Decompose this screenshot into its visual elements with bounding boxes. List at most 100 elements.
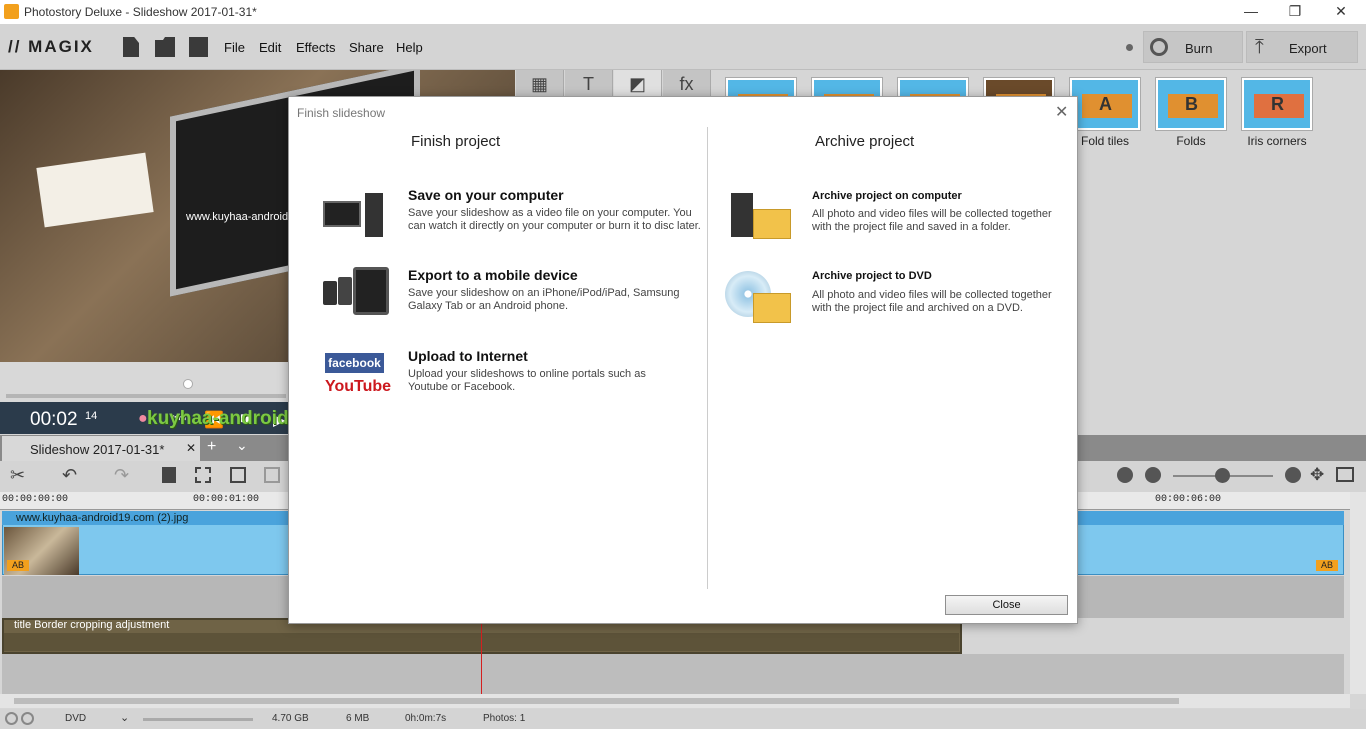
dvd-folder-icon (725, 271, 791, 323)
menu-help[interactable]: Help (396, 40, 423, 55)
move-icon[interactable]: ✥ (1310, 465, 1324, 485)
watermark-logo: kuyhaa-android19 (147, 408, 310, 429)
window-title: Photostory Deluxe - Slideshow 2017-01-31… (24, 5, 257, 19)
thumb-letter: A (1099, 94, 1112, 114)
undo-icon[interactable]: ↶ (62, 465, 77, 486)
youtube-label: YouTube (325, 378, 392, 395)
zoom-out-icon[interactable] (1145, 467, 1161, 483)
zoom-slider-knob[interactable] (1215, 468, 1230, 483)
add-tab-icon[interactable]: + (207, 438, 216, 456)
ab-transition-badge[interactable]: AB (1316, 560, 1338, 571)
finish-project-heading: Finish project (411, 133, 501, 150)
open-folder-icon[interactable] (155, 37, 175, 57)
computer-icon (323, 193, 383, 245)
playhead[interactable] (481, 618, 482, 694)
app-icon (4, 4, 19, 19)
export-mobile-option[interactable]: Export to a mobile device Save your slid… (319, 267, 709, 327)
facebook-icon: facebook (325, 353, 384, 373)
dialog-title: Finish slideshow (297, 106, 386, 120)
title-track-label: title Border cropping adjustment (14, 619, 170, 631)
option-description: Upload your slideshows to online portals… (408, 368, 646, 393)
tab-text[interactable]: T (565, 70, 613, 98)
position-slider[interactable] (6, 394, 286, 398)
vertical-scrollbar[interactable] (1350, 492, 1366, 694)
thumb-letter: B (1185, 94, 1198, 114)
view-mode-icon[interactable] (1336, 467, 1354, 482)
option-description: All photo and video files will be collec… (812, 208, 1052, 233)
menu-file[interactable]: File (224, 40, 245, 55)
youtube-icon: YouTube (325, 376, 391, 398)
delete-icon[interactable] (162, 467, 176, 483)
minimize-button[interactable]: — (1228, 0, 1274, 24)
option-title: Archive project to DVD (812, 270, 932, 282)
disc-dropdown-icon[interactable]: ⌄ (120, 711, 129, 724)
timeline-empty-area[interactable] (2, 654, 1344, 694)
fit-icon[interactable] (1117, 467, 1133, 483)
export-button[interactable]: ⤒ Export (1246, 31, 1358, 63)
project-size: 6 MB (346, 713, 370, 724)
new-file-icon[interactable] (123, 37, 139, 57)
mobile-device-icon (323, 267, 389, 319)
transition-iris-corners[interactable]: R (1241, 77, 1313, 131)
position-slider-knob[interactable] (183, 379, 193, 389)
copy-icon[interactable] (230, 467, 246, 483)
tab-slideshow-label: Slideshow 2017-01-31* (30, 442, 165, 457)
upload-internet-option[interactable]: facebook YouTube Upload to Internet Uplo… (319, 348, 709, 408)
close-window-button[interactable]: ✕ (1318, 0, 1364, 24)
transition-label: Iris corners (1247, 134, 1307, 148)
preview-notebook (36, 152, 154, 228)
option-title: Export to a mobile device (408, 267, 578, 283)
close-tab-icon[interactable]: ✕ (186, 441, 196, 455)
tab-transitions[interactable]: ◩ (614, 70, 662, 98)
save-icon[interactable] (189, 37, 208, 57)
horizontal-scrollbar[interactable] (0, 694, 1350, 708)
disc-type[interactable]: DVD (65, 713, 86, 724)
tab-templates[interactable]: ▦ (516, 70, 564, 98)
computer-folder-icon (731, 193, 791, 245)
option-description: All photo and video files will be collec… (812, 289, 1052, 314)
dialog-close-icon[interactable]: ✕ (1055, 102, 1068, 122)
save-on-computer-option[interactable]: Save on your computer Save your slidesho… (319, 187, 709, 247)
ab-transition-badge[interactable]: AB (7, 560, 29, 571)
disc-icon (1150, 38, 1168, 56)
capacity-bar (143, 718, 253, 721)
magix-logo: // MAGIX (8, 37, 94, 56)
menu-edit[interactable]: Edit (259, 40, 281, 55)
status-bar: DVD ⌄ 4.70 GB 6 MB 0h:0m:7s Photos: 1 (0, 709, 1366, 729)
menu-share[interactable]: Share (349, 40, 384, 55)
burn-button[interactable]: Burn (1143, 31, 1243, 63)
zoom-in-icon[interactable] (1285, 467, 1301, 483)
finish-slideshow-dialog: Finish slideshow ✕ Finish project Archiv… (288, 96, 1078, 624)
scissors-icon[interactable]: ✂ (10, 465, 25, 486)
option-title: Upload to Internet (408, 348, 528, 364)
upload-icon: ⤒ (1255, 36, 1264, 58)
archive-computer-option[interactable]: Archive project on computer All photo an… (723, 189, 1063, 251)
transition-folds[interactable]: B (1155, 77, 1227, 131)
burn-label: Burn (1185, 41, 1213, 56)
ruler-label: 00:00:00:00 (2, 494, 69, 505)
scrollbar-thumb[interactable] (14, 698, 1179, 704)
disc-status-icon[interactable] (21, 712, 34, 725)
option-description: Save your slideshow on an iPhone/iPod/iP… (408, 287, 680, 312)
close-button[interactable]: Close (945, 595, 1068, 615)
menu-effects[interactable]: Effects (296, 40, 336, 55)
cut-clip-icon[interactable] (195, 467, 211, 483)
settings-icon[interactable] (5, 712, 18, 725)
export-label: Export (1289, 41, 1327, 56)
project-duration: 0h:0m:7s (405, 713, 447, 724)
tab-slideshow[interactable]: Slideshow 2017-01-31* ✕ (2, 436, 200, 461)
redo-icon[interactable]: ↷ (114, 465, 129, 486)
archive-dvd-option[interactable]: Archive project to DVD All photo and vid… (723, 269, 1063, 331)
restore-button[interactable]: ❐ (1272, 0, 1318, 24)
tab-effects[interactable]: fx (663, 70, 711, 98)
ruler-label: 00:00:01:00 (193, 494, 260, 505)
timecode-frames: 14 (85, 410, 98, 422)
paste-icon[interactable] (264, 467, 280, 483)
tab-dropdown-icon[interactable]: ⌄ (236, 437, 248, 454)
archive-project-heading: Archive project (815, 133, 915, 150)
transition-fold-tiles[interactable]: A (1069, 77, 1141, 131)
thumb-letter: R (1271, 94, 1284, 114)
option-title: Archive project on computer (812, 190, 962, 202)
status-dot-icon (1126, 44, 1133, 51)
transition-label: Folds (1176, 134, 1206, 148)
